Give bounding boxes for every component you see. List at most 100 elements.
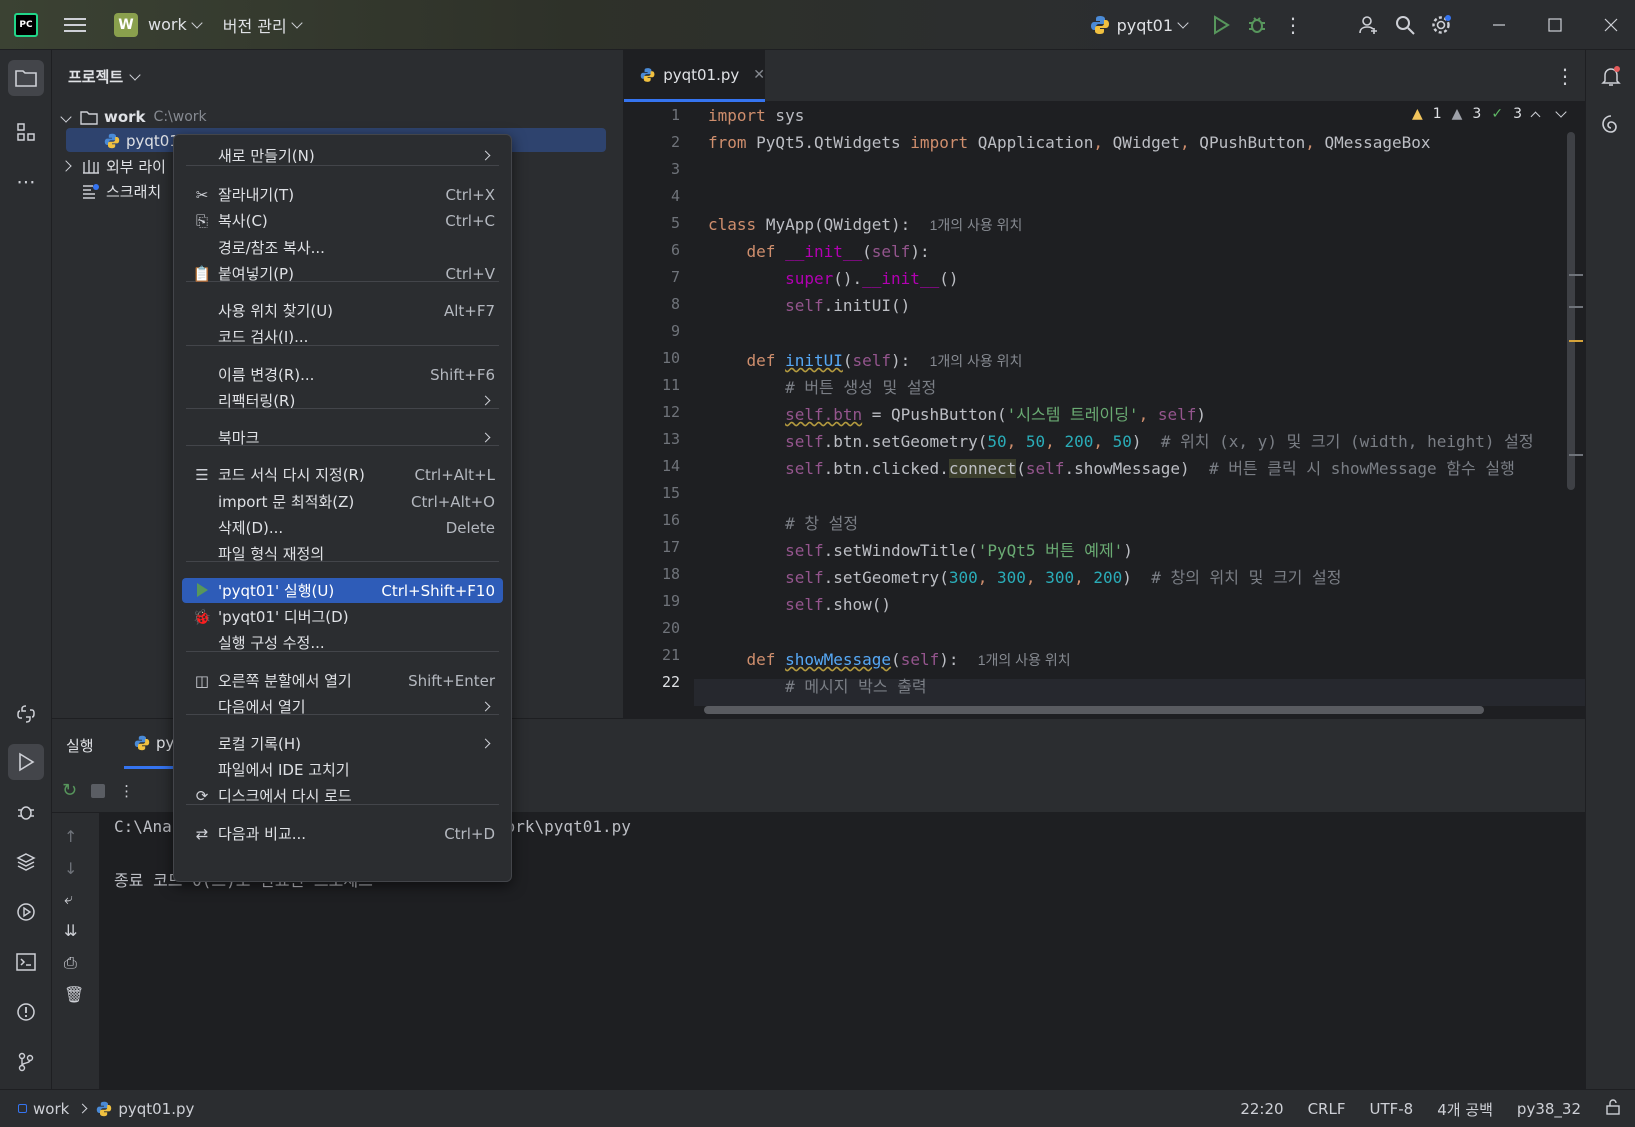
menu-item-12[interactable]: 삭제(D)... Delete bbox=[182, 515, 503, 540]
tree-file-pyqt01[interactable]: pyqt01 bbox=[104, 129, 179, 153]
run-config-selector[interactable]: pyqt01 bbox=[1089, 7, 1189, 43]
breadcrumb-file[interactable]: pyqt01.py bbox=[118, 1100, 194, 1118]
terminal-icon[interactable] bbox=[8, 944, 44, 980]
file-encoding[interactable]: UTF-8 bbox=[1369, 1100, 1413, 1118]
more-vertical-icon[interactable]: ⋮ bbox=[119, 782, 134, 800]
run-icon[interactable] bbox=[1203, 7, 1239, 43]
close-tab-icon[interactable]: ✕ bbox=[753, 67, 765, 83]
caret-position[interactable]: 22:20 bbox=[1240, 1100, 1283, 1118]
usage-hint[interactable]: 1개의 사용 위치 bbox=[978, 652, 1071, 668]
line-number: 6 bbox=[670, 241, 680, 259]
stop-icon[interactable] bbox=[91, 783, 106, 798]
menu-item-20[interactable]: 파일에서 IDE 고치기 bbox=[182, 757, 503, 782]
project-folder-icon[interactable] bbox=[8, 60, 44, 96]
main-menu-icon[interactable] bbox=[64, 17, 86, 32]
run-side-tools: ↑ ↓ ⤶ ⇊ ⎙ 🗑 bbox=[52, 813, 100, 1090]
run-tool-icon[interactable] bbox=[8, 744, 44, 780]
search-icon[interactable] bbox=[1387, 7, 1423, 43]
line-number: 11 bbox=[661, 376, 680, 394]
debug-tool-icon[interactable] bbox=[8, 794, 44, 830]
menu-item-2[interactable]: ⎘ 복사(C) Ctrl+C bbox=[182, 208, 503, 233]
tree-external-libraries[interactable]: 외부 라이 bbox=[60, 154, 166, 178]
vcs-menu[interactable]: 버전 관리 bbox=[222, 13, 303, 37]
vcs-label: 버전 관리 bbox=[222, 16, 287, 36]
tabs-more-icon[interactable]: ⋮ bbox=[1547, 58, 1583, 94]
menu-item-15[interactable]: 🐞 'pyqt01' 디버그(D) bbox=[182, 604, 503, 629]
project-selector[interactable]: work bbox=[148, 15, 203, 34]
menu-item-icon: ◫ bbox=[194, 671, 210, 690]
settings-gear-icon[interactable] bbox=[1423, 7, 1459, 43]
menu-item-11[interactable]: import 문 최적화(Z) Ctrl+Alt+O bbox=[182, 489, 503, 514]
code-area[interactable]: import sys from PyQt5.QtWidgets import Q… bbox=[708, 102, 1568, 718]
add-user-icon[interactable] bbox=[1351, 7, 1387, 43]
line-number: 18 bbox=[661, 565, 680, 583]
services-icon[interactable] bbox=[8, 894, 44, 930]
menu-item-13[interactable]: 파일 형식 재정의 bbox=[182, 541, 503, 566]
more-horizontal-icon[interactable]: ⋯ bbox=[8, 164, 44, 200]
git-branch-icon[interactable] bbox=[8, 1044, 44, 1080]
usage-hint[interactable]: 1개의 사용 위치 bbox=[930, 217, 1023, 233]
tree-root-work[interactable]: work C:\work bbox=[60, 105, 207, 129]
menu-item-14[interactable]: 'pyqt01' 실행(U) Ctrl+Shift+F10 bbox=[182, 578, 503, 603]
soft-wrap-icon[interactable]: ⤶ bbox=[64, 889, 73, 909]
chevron-up-icon[interactable] bbox=[1530, 111, 1541, 121]
horizontal-scrollbar[interactable] bbox=[704, 706, 1484, 714]
console-command-start: C:\Ana bbox=[114, 817, 172, 836]
menu-item-1[interactable]: ✂ 잘라내기(T) Ctrl+X bbox=[182, 182, 503, 207]
submenu-arrow-icon bbox=[480, 150, 491, 161]
menu-item-9[interactable]: 북마크 bbox=[182, 425, 503, 450]
menu-item-22[interactable]: ⇄ 다음과 비교... Ctrl+D bbox=[182, 821, 503, 846]
structure-icon[interactable] bbox=[8, 114, 44, 150]
close-window-icon[interactable] bbox=[1593, 7, 1629, 43]
print-icon[interactable]: ⎙ bbox=[64, 953, 77, 973]
menu-item-10[interactable]: ☰ 코드 서식 다시 지정(R) Ctrl+Alt+L bbox=[182, 462, 503, 487]
menu-item-0[interactable]: 새로 만들기(N) bbox=[182, 143, 503, 168]
arrow-down-icon[interactable]: ↓ bbox=[64, 859, 77, 878]
inspection-indicators[interactable]: ▲ 1 ▲ 3 ✓ 3 bbox=[1412, 106, 1567, 122]
menu-item-19[interactable]: 로컬 기록(H) bbox=[182, 731, 503, 756]
menu-item-21[interactable]: ⟳ 디스크에서 다시 로드 bbox=[182, 783, 503, 808]
notifications-bell-icon[interactable] bbox=[1593, 58, 1629, 94]
menu-item-label: 코드 검사(I)... bbox=[218, 328, 309, 346]
project-badge[interactable]: W bbox=[114, 12, 138, 37]
ai-assistant-icon[interactable] bbox=[1593, 106, 1629, 142]
tree-scratches[interactable]: 스크래치 bbox=[82, 179, 161, 203]
minimize-icon[interactable] bbox=[1481, 7, 1517, 43]
indent-setting[interactable]: 4개 공백 bbox=[1437, 1099, 1493, 1120]
debug-icon[interactable] bbox=[1239, 7, 1275, 43]
menu-item-5[interactable]: 사용 위치 찾기(U) Alt+F7 bbox=[182, 298, 503, 323]
maximize-icon[interactable] bbox=[1537, 7, 1573, 43]
line-separator[interactable]: CRLF bbox=[1308, 1100, 1346, 1118]
usage-hint[interactable]: 1개의 사용 위치 bbox=[930, 353, 1023, 369]
python-file-icon bbox=[134, 735, 150, 750]
menu-item-8[interactable]: 리팩터링(R) bbox=[182, 388, 503, 413]
scroll-to-end-icon[interactable]: ⇊ bbox=[64, 921, 77, 940]
tab-pyqt01[interactable]: pyqt01.py ✕ bbox=[624, 50, 765, 102]
menu-item-16[interactable]: 실행 구성 수정... bbox=[182, 630, 503, 655]
python-console-icon[interactable] bbox=[8, 696, 44, 732]
line-number: 12 bbox=[661, 403, 680, 421]
menu-item-6[interactable]: 코드 검사(I)... bbox=[182, 324, 503, 349]
project-panel-title[interactable]: 프로젝트 bbox=[68, 66, 141, 87]
python-interpreter[interactable]: py38_32 bbox=[1517, 1100, 1581, 1118]
menu-item-18[interactable]: 다음에서 열기 bbox=[182, 694, 503, 719]
line-number-gutter: 1 2 3 4 5 6 7 8 9 10 11 12 13 14 15 16 17 18 19 20 21 22 bbox=[624, 102, 694, 718]
menu-item-3[interactable]: 경로/참조 복사... bbox=[182, 235, 503, 260]
ok-count: 3 bbox=[1513, 106, 1522, 122]
line-number: 3 bbox=[670, 160, 680, 178]
trash-icon[interactable]: 🗑 bbox=[64, 985, 84, 1004]
file-name: pyqt01 bbox=[126, 132, 179, 150]
problems-icon[interactable] bbox=[8, 994, 44, 1030]
breadcrumb-root[interactable]: work bbox=[33, 1100, 69, 1118]
menu-item-17[interactable]: ◫ 오른쪽 분할에서 열기 Shift+Enter bbox=[182, 668, 503, 693]
menu-item-label: 경로/참조 복사... bbox=[218, 239, 325, 257]
menu-item-4[interactable]: 📋 붙여넣기(P) Ctrl+V bbox=[182, 261, 503, 286]
layers-icon[interactable] bbox=[8, 844, 44, 880]
vertical-scrollbar[interactable] bbox=[1567, 132, 1575, 490]
lock-icon[interactable] bbox=[1605, 1099, 1621, 1119]
chevron-down-icon[interactable] bbox=[1555, 106, 1567, 118]
arrow-up-icon[interactable]: ↑ bbox=[64, 827, 77, 846]
rerun-icon[interactable]: ↻ bbox=[62, 780, 77, 801]
more-vertical-icon[interactable]: ⋮ bbox=[1275, 7, 1311, 43]
menu-item-7[interactable]: 이름 변경(R)... Shift+F6 bbox=[182, 362, 503, 387]
